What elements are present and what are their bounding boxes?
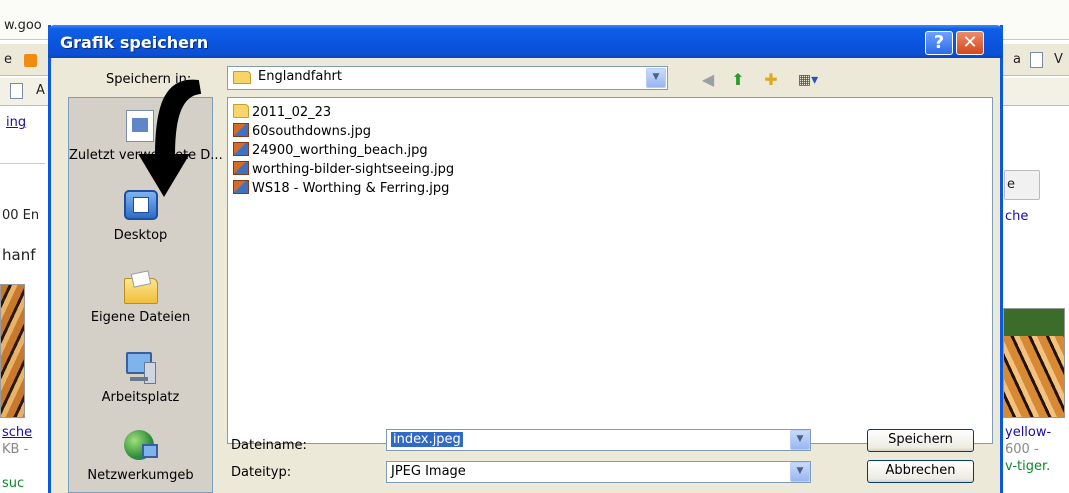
- file-name: 24900_worthing_beach.jpg: [252, 143, 428, 158]
- folder-icon: [233, 104, 249, 118]
- bg-text-count: 00 En: [2, 208, 40, 223]
- file-name: worthing-bilder-sightseeing.jpg: [252, 162, 455, 177]
- place-my-computer[interactable]: Arbeitsplatz: [69, 350, 212, 405]
- new-folder-icon[interactable]: ✚: [760, 69, 782, 91]
- tab-page-icon[interactable]: [10, 83, 23, 99]
- list-item[interactable]: 24900_worthing_beach.jpg: [233, 142, 428, 160]
- bg-text-url-right: v-tiger.: [1005, 459, 1051, 474]
- rss-icon[interactable]: [24, 54, 37, 67]
- bg-search-button[interactable]: e: [1004, 170, 1040, 200]
- list-item[interactable]: 60southdowns.jpg: [233, 123, 371, 141]
- place-network-label: Netzwerkumgeb: [87, 468, 194, 483]
- place-desktop-label: Desktop: [113, 228, 168, 243]
- file-name: 60southdowns.jpg: [252, 124, 371, 139]
- filename-value[interactable]: index.jpeg: [391, 432, 463, 447]
- bg-text-heading: hanf: [2, 246, 36, 264]
- file-name: WS18 - Worthing & Ferring.jpg: [252, 181, 450, 196]
- dialog-title: Grafik speichern: [60, 33, 209, 52]
- my-documents-icon: [122, 270, 160, 306]
- view-menu-icon[interactable]: ▦▾: [791, 69, 825, 91]
- back-icon[interactable]: ◀: [697, 69, 719, 91]
- filename-label: Dateiname:: [231, 438, 307, 453]
- place-my-documents[interactable]: Eigene Dateien: [69, 270, 212, 325]
- bg-link-ing[interactable]: ing: [6, 115, 26, 130]
- chevron-down-icon[interactable]: ▼: [790, 462, 810, 482]
- save-in-combo[interactable]: Englandfahrt ▼: [227, 66, 668, 90]
- divider: [0, 163, 45, 164]
- help-button[interactable]: ?: [925, 31, 953, 55]
- jpg-file-icon: [233, 123, 249, 137]
- place-my-documents-label: Eigene Dateien: [90, 310, 191, 325]
- filetype-select[interactable]: JPEG Image ▼: [386, 461, 811, 483]
- tiger-image-left[interactable]: [0, 284, 25, 418]
- filetype-label: Dateityp:: [231, 465, 292, 480]
- address-url[interactable]: w.goo: [4, 18, 42, 33]
- list-item[interactable]: 2011_02_23: [233, 104, 331, 122]
- save-button[interactable]: Speichern: [867, 429, 974, 452]
- cancel-button[interactable]: Abbrechen: [867, 460, 974, 483]
- file-list[interactable]: 2011_02_23 60southdowns.jpg 24900_worthi…: [227, 97, 993, 444]
- folder-icon: [233, 71, 251, 84]
- page-icon[interactable]: [1030, 52, 1043, 68]
- chevron-down-icon[interactable]: ▼: [790, 430, 810, 450]
- bg-search-button-label: e: [1007, 177, 1015, 192]
- bg-link-sche[interactable]: sche: [2, 425, 32, 440]
- bg-link-yellow[interactable]: yellow-: [1005, 425, 1051, 440]
- place-network[interactable]: Netzwerkumgeb: [69, 428, 212, 483]
- current-folder: Englandfahrt: [258, 69, 342, 84]
- list-item[interactable]: WS18 - Worthing & Ferring.jpg: [233, 180, 449, 198]
- filetype-value: JPEG Image: [391, 464, 466, 479]
- bg-text-size-right: 600 -: [1005, 442, 1039, 457]
- links-label-left[interactable]: e: [4, 52, 12, 67]
- bg-text-suc: suc: [2, 476, 25, 491]
- tab-label[interactable]: A: [36, 83, 45, 98]
- place-my-computer-label: Arbeitsplatz: [101, 390, 180, 405]
- tiger-image-right[interactable]: [1003, 308, 1065, 418]
- file-name: 2011_02_23: [252, 105, 332, 120]
- my-computer-icon: [122, 350, 160, 386]
- links-label-right-2[interactable]: V: [1054, 52, 1063, 67]
- jpg-file-icon: [233, 161, 249, 175]
- bg-link-che[interactable]: che: [1005, 209, 1028, 224]
- up-folder-icon[interactable]: ⬆: [727, 69, 749, 91]
- curved-arrow-down-icon: [138, 79, 202, 197]
- bg-text-size: KB -: [2, 442, 29, 457]
- close-button[interactable]: ✕: [956, 31, 984, 55]
- network-icon: [122, 428, 160, 464]
- chevron-down-icon[interactable]: ▼: [646, 68, 666, 88]
- dialog-titlebar[interactable]: Grafik speichern ? ✕: [48, 25, 1003, 58]
- links-label-right[interactable]: a: [1013, 52, 1021, 67]
- jpg-file-icon: [233, 180, 249, 194]
- list-item[interactable]: worthing-bilder-sightseeing.jpg: [233, 161, 454, 179]
- jpg-file-icon: [233, 142, 249, 156]
- filename-field[interactable]: index.jpeg ▼: [386, 429, 811, 451]
